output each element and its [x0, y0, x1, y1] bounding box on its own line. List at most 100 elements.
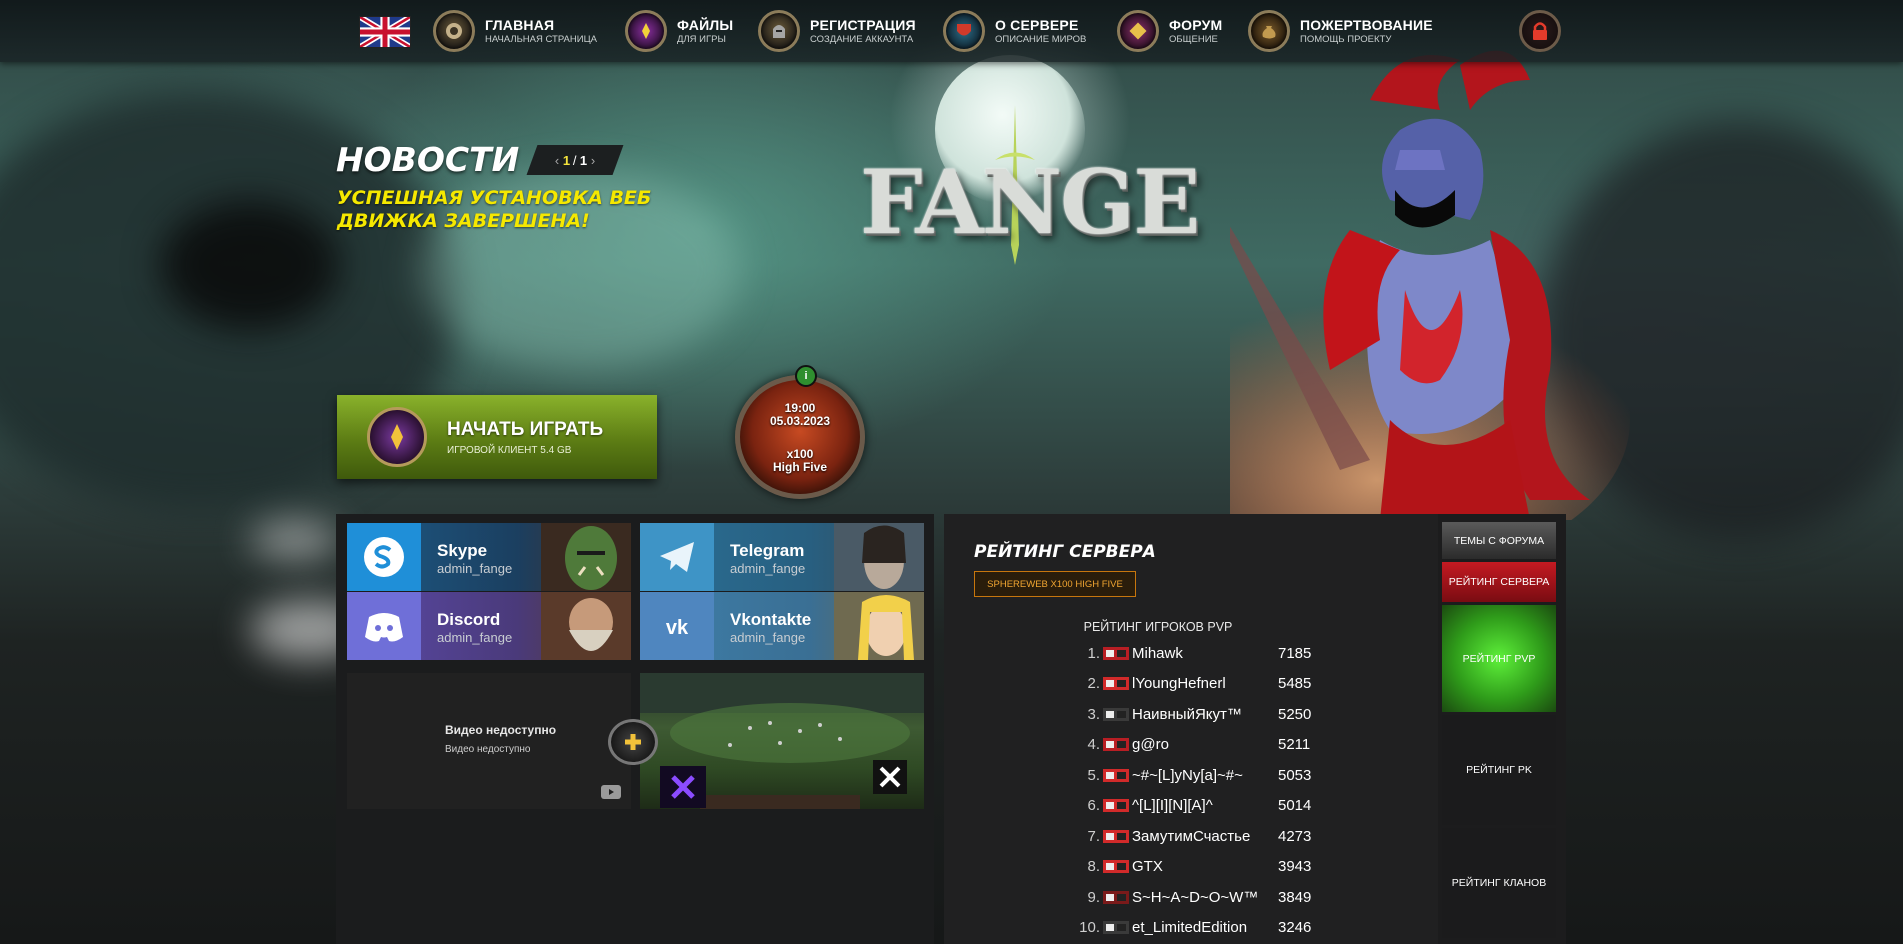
login-lock-button[interactable]: [1519, 10, 1561, 52]
social-name: Telegram: [730, 541, 805, 560]
rating-row[interactable]: 7. ЗамутимСчастье 4273: [1074, 825, 1328, 847]
nav-item-home[interactable]: ГЛАВНАЯ НАЧАЛЬНАЯ СТРАНИЦА: [433, 8, 597, 54]
logo-text: FANGE: [860, 150, 1200, 254]
social-card-discord[interactable]: Discord admin_fange: [347, 592, 631, 660]
rating-row[interactable]: 4. g@ro 5211: [1074, 734, 1328, 756]
nav-item-title: ПОЖЕРТВОВАНИЕ: [1300, 16, 1433, 33]
rating-player-name: ^[L][I][N][A]^: [1132, 797, 1213, 814]
rating-row[interactable]: 1. Mihawk 7185: [1074, 642, 1328, 664]
character-artwork: [1230, 50, 1630, 520]
clan-crest-icon: [1103, 890, 1129, 904]
purple-x-icon: [671, 775, 695, 799]
rating-row[interactable]: 10. et_LimitedEdition 3246: [1074, 917, 1328, 939]
social-username: admin_fange: [730, 630, 806, 645]
rating-rank: 2.: [1087, 675, 1100, 692]
social-card-telegram[interactable]: Telegram admin_fange: [640, 523, 924, 591]
rating-player-score: 7185: [1278, 644, 1312, 662]
social-username: admin_fange: [437, 561, 513, 576]
rating-content: РЕЙТИНГ СЕРВЕРА SPHEREWEB X100 HIGH FIVE…: [944, 514, 1438, 944]
clan-crest-icon: [1103, 829, 1129, 843]
about-server-shield-icon: [943, 10, 985, 52]
clan-crest-icon: [1103, 646, 1129, 660]
add-plus-button[interactable]: [608, 719, 658, 765]
uk-flag-language-switch[interactable]: [359, 16, 411, 48]
server-select-button[interactable]: SPHEREWEB X100 HIGH FIVE: [974, 571, 1136, 597]
play-emblem-icon: [367, 407, 427, 467]
tab-pvp-rating[interactable]: РЕЙТИНГ PVP: [1442, 605, 1556, 712]
rating-player-name: ~#~[L]yNy[a]~#~: [1132, 766, 1243, 784]
nav-item-donate[interactable]: ПОЖЕРТВОВАНИЕ ПОМОЩЬ ПРОЕКТУ: [1248, 8, 1433, 54]
social-username: admin_fange: [730, 561, 806, 576]
rating-player-name: et_LimitedEdition: [1132, 919, 1248, 936]
vk-icon: vk: [640, 592, 714, 660]
nav-item-forum[interactable]: ФОРУМ ОБЩЕНИЕ: [1117, 8, 1222, 54]
server-rate-info: x100 High Five: [735, 448, 865, 474]
social-card-vkontakte[interactable]: vk Vkontakte admin_fange: [640, 592, 924, 660]
tab-pk-rating[interactable]: РЕЙТИНГ PK: [1442, 715, 1556, 825]
rating-title: РЕЙТИНГ СЕРВЕРА: [974, 542, 1156, 562]
tab-forum-topics[interactable]: ТЕМЫ С ФОРУМА: [1442, 522, 1556, 559]
nav-item-title: ФАЙЛЫ: [677, 16, 734, 33]
nav-item-subtitle: СОЗДАНИЕ АККАУНТА: [810, 33, 914, 45]
forum-icon: [1117, 10, 1159, 52]
donate-money-bag-icon: [1248, 10, 1290, 52]
rating-player-name: Mihawk: [1132, 644, 1183, 662]
rating-row[interactable]: 5. ~#~[L]yNy[a]~#~ 5053: [1074, 764, 1328, 786]
lock-icon: [1533, 22, 1547, 40]
nav-item-title: ГЛАВНАЯ: [485, 16, 555, 33]
start-play-button[interactable]: НАЧАТЬ ИГРАТЬ ИГРОВОЙ КЛИЕНТ 5.4 GB: [337, 395, 657, 479]
tab-server-rating[interactable]: РЕЙТИНГ СЕРВЕРА: [1442, 562, 1556, 602]
server-rating-panel: РЕЙТИНГ СЕРВЕРА SPHEREWEB X100 HIGH FIVE…: [944, 514, 1566, 944]
rating-row[interactable]: 9. S~H~A~D~O~W™ 3849: [1074, 886, 1328, 908]
nav-item-title: РЕГИСТРАЦИЯ: [810, 16, 916, 33]
rating-row[interactable]: 8. GTX 3943: [1074, 856, 1328, 878]
tab-clan-rating[interactable]: РЕЙТИНГ КЛАНОВ: [1442, 828, 1556, 938]
server-launch-badge[interactable]: [735, 375, 865, 499]
close-video-button[interactable]: [873, 760, 907, 794]
social-card-skype[interactable]: Skype admin_fange: [347, 523, 631, 591]
nav-item-subtitle: ДЛЯ ИГРЫ: [677, 33, 726, 45]
news-headline[interactable]: УСПЕШНАЯ УСТАНОВКА ВЕБ ДВИЖКА ЗАВЕРШЕНА!: [337, 187, 657, 233]
clan-crest-icon: [1103, 860, 1129, 873]
rating-subtitle: РЕЙТИНГ ИГРОКОВ PVP: [1083, 620, 1233, 634]
clan-crest-icon: [1103, 799, 1129, 812]
rating-row[interactable]: 3. НаивныйЯкут™ 5250: [1074, 703, 1328, 725]
rating-row[interactable]: 2. lYoungHefnerl 5485: [1074, 673, 1328, 695]
rating-player-score: 3943: [1278, 858, 1312, 875]
rating-rank: 9.: [1087, 888, 1100, 906]
orc-portrait: [541, 523, 631, 591]
news-pager: ‹ 1 / 1 ›: [526, 145, 624, 175]
files-icon: [625, 10, 667, 52]
server-launch-datetime: 19:00 05.03.2023: [735, 402, 865, 428]
social-name: Vkontakte: [730, 610, 812, 629]
video-unavailable-subtitle: Видео недоступно: [445, 744, 531, 755]
info-icon[interactable]: i: [795, 365, 817, 387]
nav-item-files[interactable]: ФАЙЛЫ ДЛЯ ИГРЫ: [625, 8, 733, 54]
news-next-button[interactable]: ›: [591, 153, 595, 168]
top-navigation: ГЛАВНАЯ НАЧАЛЬНАЯ СТРАНИЦА ФАЙЛЫ ДЛЯ ИГРЫ …: [0, 0, 1903, 62]
nav-item-subtitle: ОБЩЕНИЕ: [1169, 33, 1218, 45]
nav-item-subtitle: НАЧАЛЬНАЯ СТРАНИЦА: [485, 33, 597, 45]
rating-rank: 6.: [1087, 797, 1100, 814]
rating-player-score: 5211: [1278, 736, 1311, 753]
rating-rank: 4.: [1087, 736, 1100, 753]
nav-item-about-server[interactable]: О СЕРВЕРЕ ОПИСАНИЕ МИРОВ: [943, 8, 1086, 54]
clan-crest-icon: [1103, 738, 1129, 751]
rating-player-name: ЗамутимСчастье: [1132, 827, 1251, 845]
nav-item-registration[interactable]: РЕГИСТРАЦИЯ СОЗДАНИЕ АККАУНТА: [758, 8, 916, 54]
rating-rank: 1.: [1087, 644, 1100, 662]
video-unavailable-player[interactable]: Видео недоступно Видео недоступно: [347, 673, 631, 809]
rating-player-score: 5250: [1278, 705, 1312, 723]
rating-player-score: 3849: [1278, 888, 1312, 906]
svg-text:vk: vk: [666, 617, 689, 639]
rating-player-score: 5053: [1278, 766, 1312, 784]
elf-portrait: [834, 523, 924, 591]
rating-row[interactable]: 6. ^[L][I][N][A]^ 5014: [1074, 795, 1328, 817]
play-button-title: НАЧАТЬ ИГРАТЬ: [447, 418, 604, 440]
youtube-icon[interactable]: [601, 785, 621, 799]
news-prev-button[interactable]: ‹: [555, 153, 559, 168]
rating-rank: 10.: [1079, 919, 1100, 936]
purple-x-badge: [660, 766, 706, 808]
news-page-current: 1: [562, 152, 571, 168]
rating-rank: 8.: [1087, 858, 1100, 875]
